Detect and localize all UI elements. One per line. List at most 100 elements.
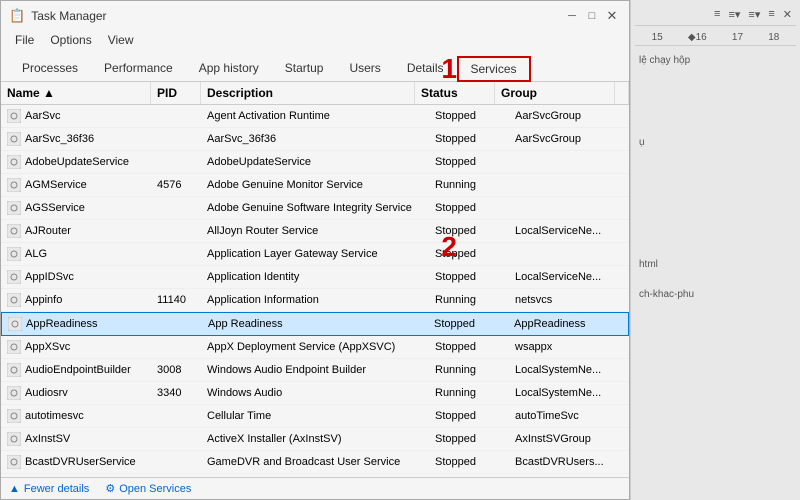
service-name-text: AarSvc_36f36 — [25, 130, 94, 148]
service-description-cell: AarSvc_36f36 — [201, 128, 429, 150]
service-pid-cell — [151, 405, 201, 427]
service-icon — [7, 270, 21, 284]
table-row[interactable]: Appinfo11140Application InformationRunni… — [1, 289, 629, 312]
close-button[interactable]: ✕ — [603, 7, 621, 25]
service-status-cell: Running — [429, 174, 509, 196]
menu-file[interactable]: File — [7, 31, 42, 49]
service-name-text: Audiosrv — [25, 384, 68, 402]
rp-num2: ≡▾ — [728, 8, 740, 21]
service-description-cell: Application Information — [201, 289, 429, 311]
col-group[interactable]: Group — [495, 82, 615, 104]
rp-num3: ≡▾ — [748, 8, 760, 21]
fewer-details-icon: ▲ — [9, 483, 20, 495]
col-status[interactable]: Status — [415, 82, 495, 104]
service-icon — [8, 317, 22, 331]
open-services-button[interactable]: ⚙ Open Services — [105, 482, 191, 495]
service-status-cell: Stopped — [429, 220, 509, 242]
service-icon — [7, 178, 21, 192]
tab-processes[interactable]: Processes — [9, 56, 91, 82]
tab-users[interactable]: Users — [336, 56, 393, 82]
service-group-cell: BcastDVRUsers... — [509, 451, 629, 473]
tab-app-history[interactable]: App history — [186, 56, 272, 82]
service-pid-cell — [151, 451, 201, 473]
service-status-cell: Stopped — [429, 336, 509, 358]
service-name-cell: AGMService — [1, 174, 151, 196]
service-pid-cell — [152, 313, 202, 335]
service-group-cell: LocalSystemNe... — [509, 359, 629, 381]
service-icon — [7, 224, 21, 238]
service-status-cell: Stopped — [429, 151, 509, 173]
tab-startup[interactable]: Startup — [272, 56, 337, 82]
service-name-cell: autotimesvc — [1, 405, 151, 427]
rp-col-17: 17 — [732, 32, 743, 43]
service-description-cell: App Readiness — [202, 313, 428, 335]
menu-options[interactable]: Options — [42, 31, 99, 49]
service-description-cell: GameDVR and Broadcast User Service — [201, 451, 429, 473]
table-row[interactable]: ALGApplication Layer Gateway ServiceStop… — [1, 243, 629, 266]
service-pid-cell — [151, 243, 201, 265]
table-row[interactable]: AppReadinessApp ReadinessStoppedAppReadi… — [1, 312, 629, 336]
table-row[interactable]: AarSvc_36f36AarSvc_36f36StoppedAarSvcGro… — [1, 128, 629, 151]
table-row[interactable]: autotimesvcCellular TimeStoppedautoTimeS… — [1, 405, 629, 428]
table-row[interactable]: AarSvcAgent Activation RuntimeStoppedAar… — [1, 105, 629, 128]
tab-performance[interactable]: Performance — [91, 56, 186, 82]
service-group-cell — [509, 174, 629, 196]
service-description-cell: AdobeUpdateService — [201, 151, 429, 173]
service-name-text: autotimesvc — [25, 407, 84, 425]
table-row[interactable]: AGSServiceAdobe Genuine Software Integri… — [1, 197, 629, 220]
table-row[interactable]: AppXSvcAppX Deployment Service (AppXSVC)… — [1, 336, 629, 359]
table-row[interactable]: AudioEndpointBuilder3008Windows Audio En… — [1, 359, 629, 382]
service-status-cell: Stopped — [429, 451, 509, 473]
minimize-button[interactable]: ─ — [563, 7, 581, 25]
service-name-cell: AppXSvc — [1, 336, 151, 358]
rp-text2: ụ — [635, 132, 796, 154]
service-name-cell: AarSvc_36f36 — [1, 128, 151, 150]
table-row[interactable]: AdobeUpdateServiceAdobeUpdateServiceStop… — [1, 151, 629, 174]
service-group-cell: LocalServiceNe... — [509, 266, 629, 288]
service-group-cell: LocalServiceNe... — [509, 220, 629, 242]
service-name-text: AGSService — [25, 199, 85, 217]
service-status-cell: Stopped — [429, 243, 509, 265]
service-name-text: AJRouter — [25, 222, 71, 240]
service-status-cell: Stopped — [429, 405, 509, 427]
service-name-cell: AppIDSvc — [1, 266, 151, 288]
service-name-text: AarSvc — [25, 107, 60, 125]
service-pid-cell: 3008 — [151, 359, 201, 381]
service-name-text: AppIDSvc — [25, 268, 74, 286]
col-name[interactable]: Name ▲ — [1, 82, 151, 104]
service-status-cell: Stopped — [429, 128, 509, 150]
service-name-cell: AarSvc — [1, 105, 151, 127]
service-description-cell: Adobe Genuine Monitor Service — [201, 174, 429, 196]
service-pid-cell — [151, 151, 201, 173]
rp-num4: ≡ — [768, 8, 774, 21]
service-icon — [7, 155, 21, 169]
table-row[interactable]: AppIDSvcApplication IdentityStoppedLocal… — [1, 266, 629, 289]
table-row[interactable]: BcastDVRUserServiceGameDVR and Broadcast… — [1, 451, 629, 474]
service-description-cell: Cellular Time — [201, 405, 429, 427]
service-pid-cell — [151, 336, 201, 358]
table-row[interactable]: AJRouter AllJoyn Router ServiceStoppedLoc… — [1, 220, 629, 243]
table-row[interactable]: AGMService4576Adobe Genuine Monitor Serv… — [1, 174, 629, 197]
service-icon — [7, 293, 21, 307]
service-icon — [7, 386, 21, 400]
fewer-details-button[interactable]: ▲ Fewer details — [9, 483, 89, 495]
menu-view[interactable]: View — [100, 31, 142, 49]
service-pid-cell — [151, 128, 201, 150]
tab-bar: Processes Performance App history Startu… — [1, 51, 629, 82]
table-row[interactable]: Audiosrv3340Windows AudioRunningLocalSys… — [1, 382, 629, 405]
service-pid-cell — [151, 428, 201, 450]
service-description-cell: AllJoyn Router Service — [201, 220, 429, 242]
tab-services[interactable]: Services — [457, 56, 531, 82]
col-description[interactable]: Description — [201, 82, 415, 104]
tab-details[interactable]: Details — [394, 56, 457, 82]
service-icon — [7, 201, 21, 215]
col-pid[interactable]: PID — [151, 82, 201, 104]
window-title: Task Manager — [31, 9, 106, 23]
service-group-cell: AarSvcGroup — [509, 128, 629, 150]
service-description-cell: Windows Audio — [201, 382, 429, 404]
table-row[interactable]: AxInstSVActiveX Installer (AxInstSV)Stop… — [1, 428, 629, 451]
service-name-text: AudioEndpointBuilder — [25, 361, 131, 379]
table-body[interactable]: AarSvcAgent Activation RuntimeStoppedAar… — [1, 105, 629, 477]
service-name-cell: Appinfo — [1, 289, 151, 311]
restore-button[interactable]: □ — [583, 7, 601, 25]
